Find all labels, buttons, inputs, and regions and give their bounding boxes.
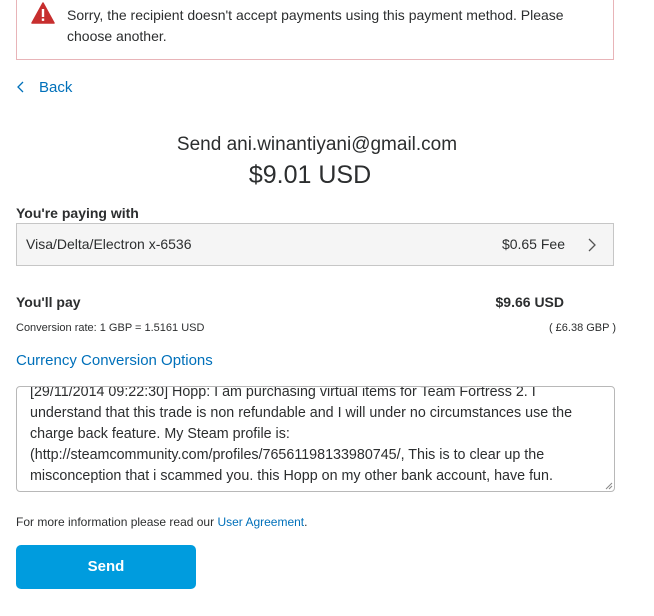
back-label: Back — [39, 78, 73, 96]
gbp-amount: ( £6.38 GBP ) — [548, 322, 616, 334]
error-alert: Sorry, the recipient doesn't accept paym… — [16, 0, 614, 60]
agreement-suffix: . — [304, 515, 308, 529]
alert-message: Sorry, the recipient doesn't accept paym… — [67, 7, 564, 44]
warning-triangle-icon — [31, 2, 55, 24]
resize-grip-icon[interactable] — [604, 481, 613, 490]
currency-conversion-link[interactable]: Currency Conversion Options — [16, 352, 213, 369]
note-textarea[interactable]: [29/11/2014 09:22:30] Hopp: I am purchas… — [16, 386, 615, 492]
you-pay-amount: $9.66 USD — [495, 294, 564, 310]
you-pay-label: You'll pay — [16, 294, 81, 310]
send-button[interactable]: Send — [16, 545, 196, 589]
agreement-text: For more information please read our Use… — [16, 515, 308, 529]
chevron-left-icon — [17, 81, 24, 93]
payment-method-name: Visa/Delta/Electron x-6536 — [26, 236, 192, 252]
payment-fee: $0.65 Fee — [501, 236, 565, 252]
agreement-prefix: For more information please read our — [16, 515, 218, 529]
send-amount: $9.01 USD — [248, 161, 372, 189]
back-link[interactable]: Back — [16, 77, 72, 97]
chevron-right-icon — [588, 238, 596, 252]
user-agreement-link[interactable]: User Agreement — [217, 515, 304, 529]
recipient-email: Send ani.winantiyani@gmail.com — [176, 134, 458, 155]
note-text: [29/11/2014 09:22:30] Hopp: I am purchas… — [30, 386, 577, 484]
paying-with-label: You're paying with — [16, 205, 139, 221]
conversion-rate: Conversion rate: 1 GBP = 1.5161 USD — [16, 322, 205, 334]
payment-method-selector[interactable]: Visa/Delta/Electron x-6536 $0.65 Fee — [16, 223, 614, 266]
